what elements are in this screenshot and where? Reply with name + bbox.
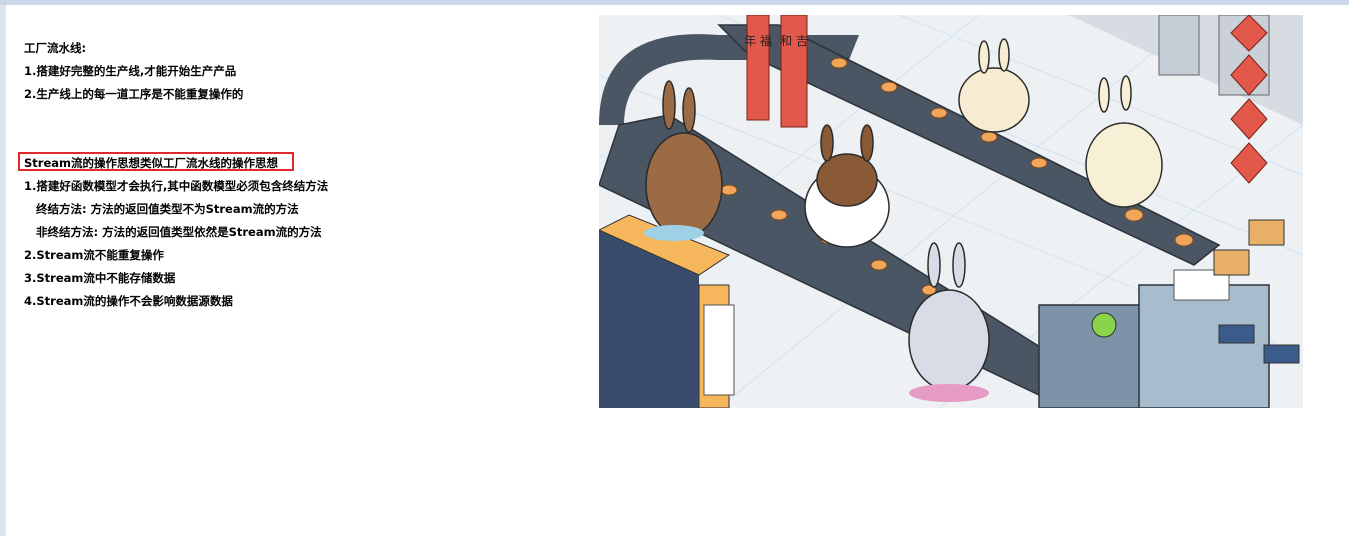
stream-item-3: 3.Stream流中不能存储数据 [24, 271, 176, 285]
banner-left-1-text: 年 福 [744, 33, 772, 48]
window-top-border [0, 0, 1349, 5]
stream-item-1: 1.搭建好函数模型才会执行,其中函数模型必须包含终结方法 [24, 179, 329, 193]
stream-subitem-nonterminal: 非终结方法: 方法的返回值类型依然是Stream流的方法 [36, 225, 322, 239]
window-left-border [0, 5, 6, 536]
stream-item-4: 4.Stream流的操作不会影响数据源数据 [24, 294, 233, 308]
stream-heading-highlight [18, 152, 294, 171]
factory-line-illustration: 年 福 和 吉 [599, 15, 1303, 408]
factory-item-2: 2.生产线上的每一道工序是不能重复操作的 [24, 87, 244, 101]
banner-left-2-text: 和 吉 [780, 34, 808, 48]
factory-item-1: 1.搭建好完整的生产线,才能开始生产产品 [24, 64, 237, 78]
stream-item-2: 2.Stream流不能重复操作 [24, 248, 164, 262]
factory-title: 工厂流水线: [24, 41, 87, 55]
stream-subitem-terminal: 终结方法: 方法的返回值类型不为Stream流的方法 [36, 202, 299, 216]
